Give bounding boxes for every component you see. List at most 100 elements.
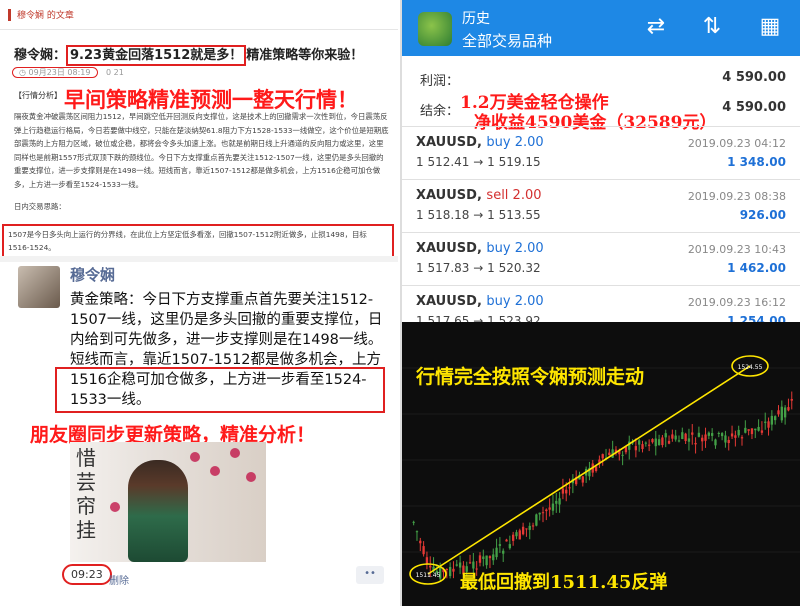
candle-body [452, 568, 455, 572]
right-panel: 历史 全部交易品种 ⇄ ⇅ ▦ 利润： 4 590.00 结余： 4 590.0… [400, 0, 800, 606]
article-tag: 【行情分析】 [14, 91, 62, 100]
candle-body [528, 525, 531, 530]
candle-body [445, 569, 448, 571]
candle-body [671, 434, 674, 439]
trade-profit: 1 462.00 [727, 261, 786, 275]
candle-body [744, 427, 747, 433]
trade-list: XAUUSD, buy 2.00 1 512.41 → 1 519.15 201… [402, 126, 800, 338]
candle-body [767, 421, 770, 428]
candle-body [790, 398, 793, 401]
candle-body [774, 416, 777, 421]
profit-value: 4 590.00 [722, 70, 786, 85]
table-row[interactable]: XAUUSD, buy 2.00 1 512.41 → 1 519.15 201… [402, 126, 800, 179]
candle-body [747, 429, 750, 431]
candle-body [701, 437, 704, 442]
candle-body [458, 562, 462, 568]
candle-body [677, 440, 681, 442]
candle-body [511, 534, 515, 541]
article-paragraph: 隔夜黄金冲破震荡区间阻力1512，早间跳空低开回测反向支撑位，这是技术上的回撤需… [14, 112, 389, 189]
candle-body [654, 438, 657, 447]
price-chart[interactable]: 1511.45 1524.55 行情完全按照令娴预测走动 最低回撤到1511.45… [402, 322, 800, 606]
candle-body [448, 567, 452, 577]
candle-body [502, 550, 505, 554]
candle-body [750, 428, 754, 435]
candle-body [468, 562, 472, 564]
highlight-box [55, 367, 385, 413]
candle-body [508, 544, 512, 549]
section-divider [0, 256, 398, 262]
moment-photo[interactable]: 惜芸帘挂 [70, 442, 266, 562]
trade-date: 2019.09.23 10:43 [687, 243, 786, 256]
intraday-label: 日内交易思路： [14, 202, 66, 211]
candle-body [548, 507, 551, 510]
candle-body [521, 526, 525, 535]
candle-body [687, 438, 691, 442]
candle-body [681, 432, 684, 440]
candle-body [538, 512, 541, 515]
candle-body [531, 525, 535, 527]
candle-body [717, 432, 720, 434]
moment-author[interactable]: 穆令娴 [70, 264, 115, 285]
dollar-exchange-icon[interactable]: ⇄ [642, 14, 670, 39]
table-row[interactable]: XAUUSD, buy 2.00 1 517.83 → 1 520.32 201… [402, 232, 800, 285]
candle-body [568, 487, 571, 489]
candle-body [694, 442, 697, 445]
trade-prices: 1 518.18 → 1 513.55 [416, 208, 541, 222]
app-subtitle[interactable]: 全部交易品种 [462, 30, 552, 51]
candle-body [558, 498, 561, 505]
sort-icon[interactable]: ⇅ [698, 14, 726, 39]
candle-body [737, 429, 740, 436]
candle-body [455, 564, 458, 566]
left-panel: 穆令娴 的文章 穆令娴： 9.23黄金回落1512就是多！ 精准策略等你来验！ ◷ … [0, 0, 398, 606]
candle-body [710, 433, 714, 436]
trade-profit: 1 348.00 [727, 155, 786, 169]
trade-prices: 1 512.41 → 1 519.15 [416, 155, 541, 169]
candle-body [764, 421, 767, 423]
title-suffix: 精准策略等你来验！ [246, 48, 364, 63]
low-marker-label: 1511.45 [416, 572, 441, 579]
candle-body [754, 428, 757, 431]
trade-date: 2019.09.23 04:12 [687, 137, 786, 150]
trade-symbol: XAUUSD, buy 2.00 [416, 135, 544, 150]
candle-body [412, 521, 415, 523]
trade-date: 2019.09.23 16:12 [687, 296, 786, 309]
table-row[interactable]: XAUUSD, sell 2.00 1 518.18 → 1 513.55 20… [402, 179, 800, 232]
article-date: ◷ 09月23日 08:19 [12, 67, 98, 78]
blog-header: 穆令娴 的文章 [0, 0, 398, 30]
app-title: 历史 [462, 11, 490, 27]
candle-body [647, 444, 651, 446]
delete-link[interactable]: 删除 [109, 572, 129, 587]
candle-body [740, 437, 744, 439]
candle-body [518, 530, 521, 540]
candle-body [581, 476, 584, 483]
candle-body [621, 454, 624, 456]
candle-body [770, 415, 774, 425]
blog-name[interactable]: 穆令娴 的文章 [17, 8, 74, 21]
candle-body [541, 512, 545, 514]
candle-body [707, 432, 711, 436]
title-highlight: 9.23黄金回落1512就是多！ [66, 45, 247, 66]
candle-body [697, 432, 701, 437]
avatar[interactable] [18, 266, 60, 308]
candle-body [561, 488, 565, 494]
chart-caption-bottom: 最低回撤到1511.45反弹 [460, 572, 668, 593]
candle-body [608, 452, 611, 456]
candle-body [724, 435, 727, 443]
calendar-icon[interactable]: ▦ [756, 14, 784, 39]
candle-body [730, 433, 734, 437]
candle-body [684, 433, 687, 441]
candle-body [787, 407, 790, 411]
candle-body [657, 439, 661, 445]
more-button[interactable]: •• [356, 566, 384, 584]
candle-body [429, 565, 432, 568]
trade-symbol: XAUUSD, sell 2.00 [416, 188, 542, 203]
title-prefix: 穆令娴： [14, 48, 67, 63]
article-views: 0 21 [106, 68, 124, 77]
header-accent [8, 8, 11, 21]
candle-body [485, 555, 488, 566]
article-title[interactable]: 穆令娴： 9.23黄金回落1512就是多！ 精准策略等你来验！ [14, 44, 364, 66]
candle-body [551, 503, 555, 511]
app-icon[interactable] [418, 12, 452, 46]
candle-body [691, 432, 694, 435]
candle-body [644, 442, 647, 444]
